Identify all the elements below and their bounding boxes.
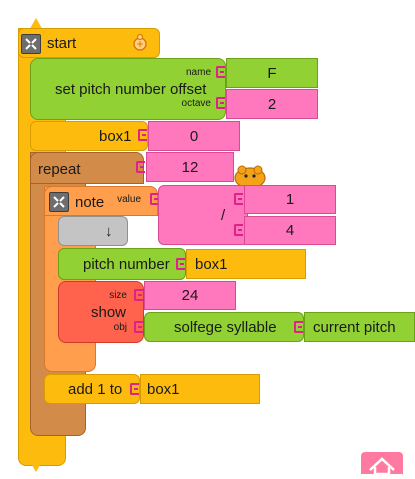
repeat-label: repeat [38,161,81,178]
add-block[interactable]: add 1 to [44,374,140,404]
set-pitch-arg-name: name [185,67,211,78]
collapse-icon[interactable] [21,34,41,54]
connector-icon [136,161,145,173]
set-pitch-arg-octave: octave [181,98,211,109]
connector-icon [134,289,143,301]
connector-icon [138,129,147,141]
show-block[interactable]: size show obj [58,281,144,343]
turtle-icon [131,33,149,57]
start-block[interactable]: start [18,28,160,58]
connector-icon [234,224,243,236]
down-block[interactable]: ↓ [58,216,128,246]
octave-value[interactable]: 2 [226,89,318,119]
connector-icon [234,193,243,205]
repeat-block[interactable]: repeat [30,152,144,184]
box1-block[interactable]: box1 [30,121,148,151]
pitch-name-value[interactable]: F [226,58,318,88]
add-label: add 1 to [68,381,123,398]
note-block[interactable]: note value [44,186,158,216]
box1-value[interactable]: 0 [148,121,240,151]
divide-symbol: / [221,207,226,224]
pitch-number-arg[interactable]: box1 [186,249,306,279]
connector-icon [176,258,185,270]
show-size-value[interactable]: 24 [144,281,236,310]
add-target-value[interactable]: box1 [140,374,260,404]
connector-icon [134,321,143,333]
show-arg-obj: obj [113,322,127,333]
note-arg-value: value [117,194,141,205]
home-button[interactable] [361,452,403,476]
current-pitch-label: current pitch [313,319,396,336]
set-pitch-block[interactable]: name set pitch number offset octave [30,58,226,120]
current-pitch-block[interactable]: current pitch [304,312,415,342]
pitch-number-block[interactable]: pitch number [58,248,186,280]
box1-label: box1 [99,128,132,145]
show-label: show [91,304,127,321]
start-label: start [47,35,77,52]
denominator-value[interactable]: 4 [244,216,336,245]
show-arg-size: size [109,290,127,301]
set-pitch-label: set pitch number offset [55,81,207,98]
connector-icon [216,66,225,78]
home-icon [369,457,395,476]
down-arrow-icon: ↓ [105,223,113,240]
connector-icon [130,383,139,395]
numerator-value[interactable]: 1 [244,185,336,214]
pitch-number-label: pitch number [83,256,170,273]
connector-icon [294,321,303,333]
solfege-syllable-label: solfege syllable [174,319,277,336]
note-label: note [75,194,105,211]
solfege-syllable-block[interactable]: solfege syllable [144,312,304,342]
connector-icon [216,97,225,109]
collapse-icon[interactable] [49,192,69,212]
repeat-count-value[interactable]: 12 [146,152,234,182]
